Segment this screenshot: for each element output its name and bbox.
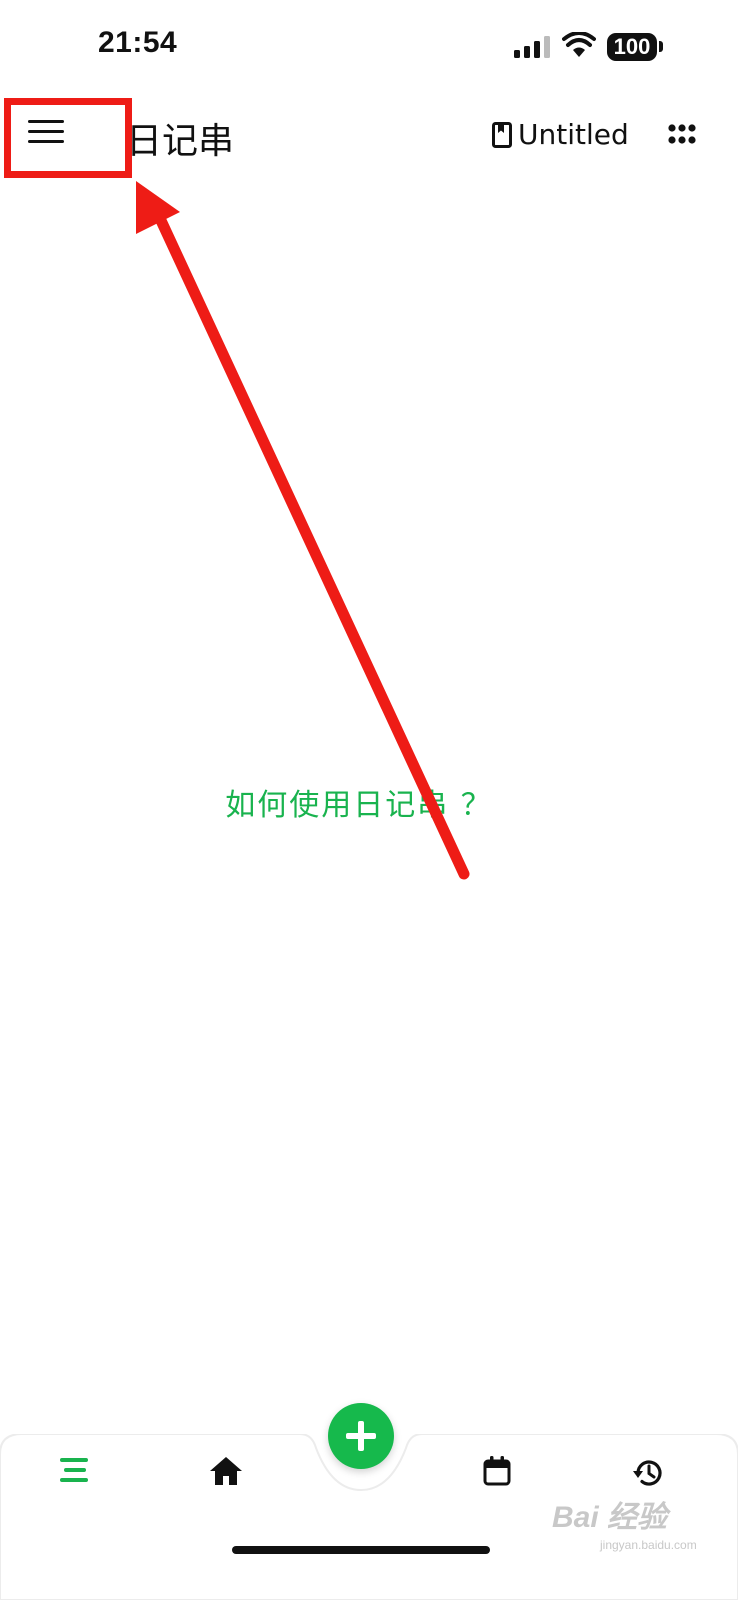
notebook-icon <box>492 121 512 148</box>
watermark: Bai 经验 <box>552 1501 668 1534</box>
notebook-name: Untitled <box>518 118 629 151</box>
help-link[interactable]: 如何使用日记串 ？ <box>0 780 718 824</box>
battery-tip <box>659 41 663 52</box>
grid-menu-icon[interactable] <box>668 123 696 145</box>
list-icon[interactable] <box>60 1456 90 1484</box>
watermark-url: jingyan.baidu.com <box>600 1538 697 1552</box>
cellular-signal-icon <box>514 36 550 58</box>
calendar-icon[interactable] <box>483 1456 511 1486</box>
plus-icon <box>346 1421 376 1451</box>
wifi-icon <box>562 32 596 57</box>
status-time: 21:54 <box>98 26 178 59</box>
history-icon[interactable] <box>632 1458 664 1488</box>
notebook-selector[interactable]: Untitled <box>492 118 629 151</box>
home-indicator <box>232 1546 490 1554</box>
home-icon[interactable] <box>209 1456 243 1486</box>
battery-level: 100 <box>613 34 651 59</box>
page-title: 日记串 <box>126 121 235 162</box>
add-entry-button[interactable] <box>328 1403 394 1469</box>
annotation-highlight-box <box>4 98 132 178</box>
battery-indicator: 100 <box>607 33 657 61</box>
